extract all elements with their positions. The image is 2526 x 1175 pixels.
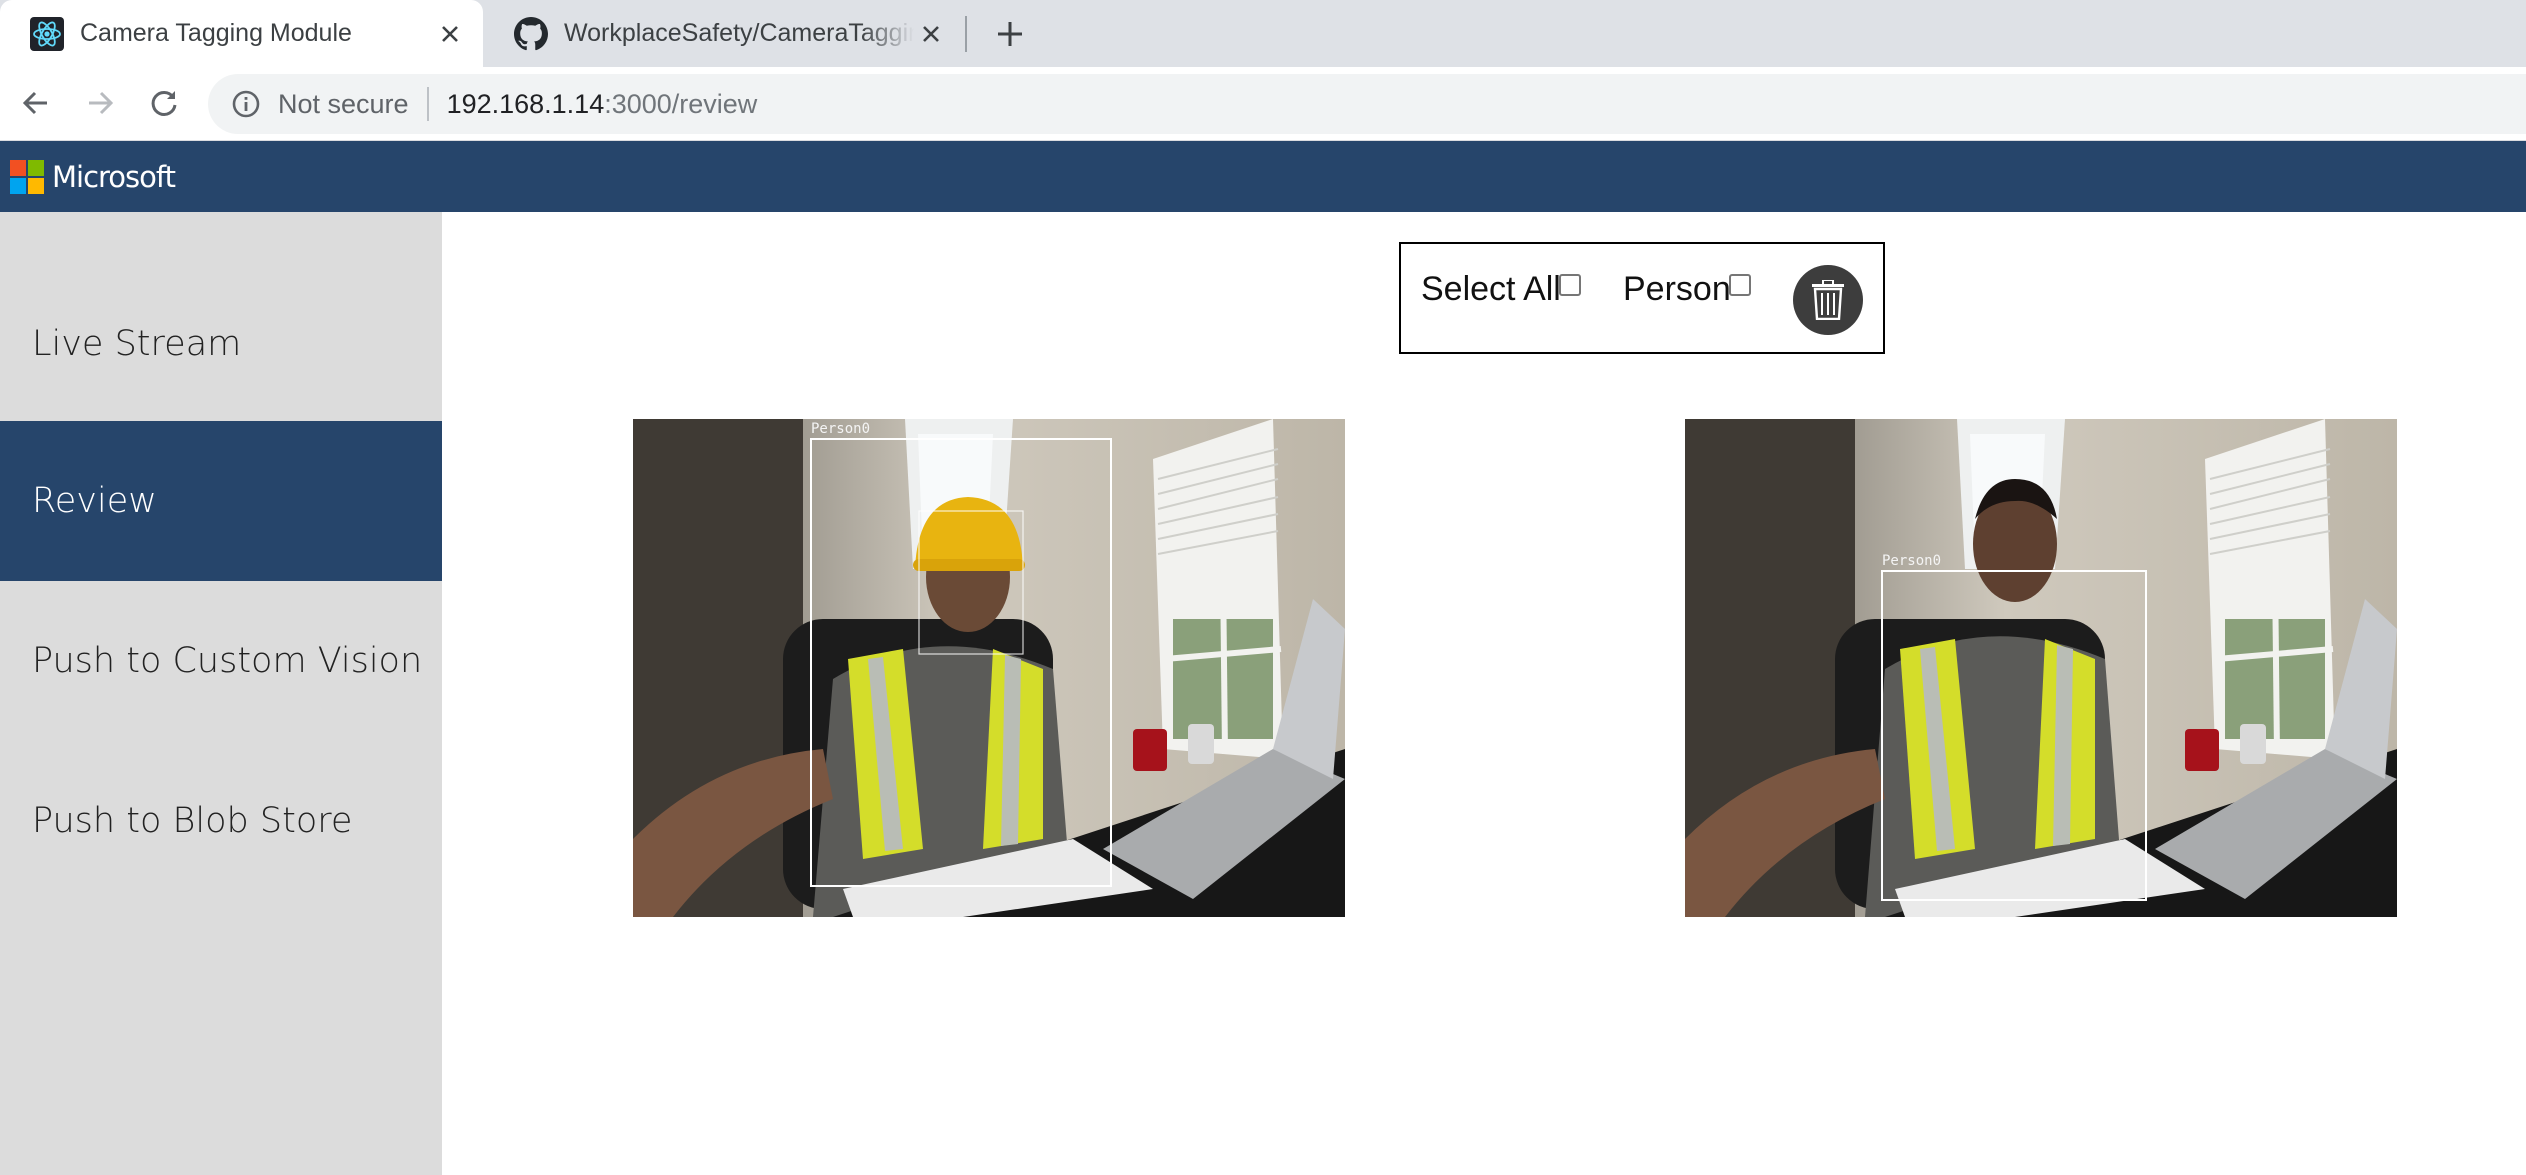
delete-button[interactable] [1793, 265, 1863, 335]
sidebar-item-label: Push to Custom Vision [32, 641, 423, 681]
capture-image[interactable]: Person0 [1685, 419, 2397, 917]
tab-title: WorkplaceSafety/CameraTagging [564, 19, 914, 47]
app-header: Microsoft [0, 141, 2526, 212]
browser-tab-strip: Camera Tagging Module WorkplaceSafety/Ca… [0, 0, 2526, 67]
address-divider [426, 87, 429, 121]
tab-title: Camera Tagging Module [80, 19, 352, 47]
logo-square-blue [10, 177, 26, 194]
detection-label: Person0 [1882, 553, 1942, 569]
back-arrow-icon[interactable] [16, 83, 56, 123]
browser-toolbar: Not secure 192.168.1.14:3000/review [0, 67, 2526, 141]
close-tab-icon[interactable] [914, 17, 948, 51]
capture-image[interactable]: Person0 [633, 419, 1345, 917]
tab-github-repo[interactable]: WorkplaceSafety/CameraTagging [484, 0, 964, 67]
forward-arrow-icon[interactable] [80, 83, 120, 123]
select-all-label: Select All [1421, 270, 1561, 308]
sidebar-item-label: Push to Blob Store [32, 801, 353, 841]
sidebar: Live Stream Review Push to Custom Vision… [0, 212, 442, 1175]
tab-camera-tagging-module[interactable]: Camera Tagging Module [0, 0, 483, 67]
trash-icon [1812, 280, 1844, 320]
security-status: Not secure [278, 88, 409, 119]
new-tab-icon[interactable] [990, 14, 1030, 54]
microsoft-logo-icon [10, 159, 44, 194]
github-icon [514, 16, 548, 51]
address-bar[interactable]: Not secure 192.168.1.14:3000/review [208, 74, 2526, 134]
brand-name: Microsoft [52, 159, 176, 194]
logo-square-yellow [28, 177, 44, 194]
person-filter-label: Person [1623, 270, 1731, 308]
select-all-checkbox[interactable] [1559, 274, 1581, 296]
sidebar-item-push-to-custom-vision[interactable]: Push to Custom Vision [0, 581, 442, 741]
react-icon [30, 16, 64, 51]
url-host: 192.168.1.14 [446, 88, 605, 119]
sidebar-item-review[interactable]: Review [0, 421, 442, 581]
bounding-box-overlay [1881, 570, 2147, 901]
logo-square-red [10, 159, 26, 176]
person-filter-checkbox[interactable] [1729, 274, 1751, 296]
close-tab-icon[interactable] [433, 17, 467, 51]
url-path: :3000/review [604, 88, 758, 119]
sidebar-item-live-stream[interactable]: Live Stream [0, 264, 442, 424]
bounding-box-overlay [810, 438, 1112, 887]
review-controls: Select All Person [1399, 242, 1885, 354]
sidebar-item-label: Live Stream [32, 324, 242, 364]
logo-square-green [28, 159, 44, 176]
reload-icon[interactable] [144, 83, 184, 123]
sidebar-item-push-to-blob-store[interactable]: Push to Blob Store [0, 741, 442, 901]
sidebar-item-label: Review [32, 481, 157, 521]
info-icon[interactable] [230, 88, 262, 120]
tab-divider [965, 16, 967, 52]
detection-label: Person0 [811, 421, 871, 437]
